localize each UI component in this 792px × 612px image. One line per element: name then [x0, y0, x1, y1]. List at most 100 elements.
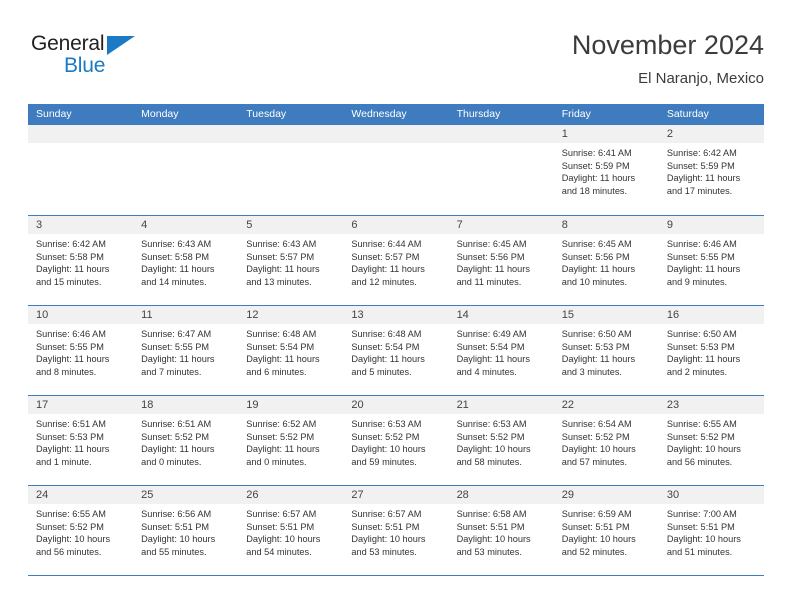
day-details: Sunrise: 6:44 AM Sunset: 5:57 PM Daylight:…	[343, 234, 448, 288]
sunset-text: Sunset: 5:54 PM	[246, 341, 315, 352]
brand-logo[interactable]: General Blue	[31, 32, 191, 90]
daylight-text: Daylight: 11 hours and 13 minutes.	[246, 264, 320, 287]
sunrise-text: Sunrise: 6:56 AM	[141, 509, 212, 519]
day-number: 29	[553, 486, 659, 504]
calendar-day-cell[interactable]: 22 Sunrise: 6:54 AM Sunset: 5:52 PM Dayligh…	[553, 396, 659, 485]
daylight-text: Daylight: 11 hours and 15 minutes.	[36, 264, 110, 287]
daylight-text: Daylight: 11 hours and 5 minutes.	[351, 354, 425, 377]
sunrise-text: Sunrise: 6:45 AM	[561, 239, 632, 249]
weekday-header-tuesday: Tuesday	[246, 108, 287, 120]
calendar-day-cell[interactable]: 14 Sunrise: 6:49 AM Sunset: 5:54 PM Dayligh…	[448, 306, 554, 395]
sunrise-text: Sunrise: 6:47 AM	[141, 329, 212, 339]
sunset-text: Sunset: 5:57 PM	[351, 251, 420, 262]
sunrise-text: Sunrise: 6:49 AM	[456, 329, 527, 339]
sunrise-text: Sunrise: 6:44 AM	[351, 239, 422, 249]
calendar-day-cell[interactable]: 4 Sunrise: 6:43 AM Sunset: 5:58 PM Daylight…	[133, 216, 239, 305]
sunrise-text: Sunrise: 6:51 AM	[141, 419, 212, 429]
daylight-text: Daylight: 10 hours and 53 minutes.	[456, 534, 531, 557]
calendar-day-cell-empty	[238, 125, 344, 215]
day-number: 24	[28, 486, 134, 504]
day-details: Sunrise: 6:41 AM Sunset: 5:59 PM Daylight:…	[554, 143, 659, 197]
sunset-text: Sunset: 5:51 PM	[246, 521, 315, 532]
day-details: Sunrise: 7:00 AM Sunset: 5:51 PM Daylight:…	[659, 504, 764, 558]
sunrise-text: Sunrise: 6:54 AM	[561, 419, 632, 429]
day-details: Sunrise: 6:52 AM Sunset: 5:52 PM Daylight:…	[238, 414, 343, 468]
sunset-text: Sunset: 5:51 PM	[351, 521, 420, 532]
calendar-day-cell[interactable]: 10 Sunrise: 6:46 AM Sunset: 5:55 PM Dayligh…	[28, 306, 134, 395]
sunset-text: Sunset: 5:52 PM	[456, 431, 525, 442]
day-number: 16	[658, 306, 764, 324]
day-number	[343, 125, 449, 143]
sunset-text: Sunset: 5:51 PM	[456, 521, 525, 532]
day-details: Sunrise: 6:55 AM Sunset: 5:52 PM Daylight:…	[659, 414, 764, 468]
day-number: 4	[133, 216, 239, 234]
calendar-week-row: 10 Sunrise: 6:46 AM Sunset: 5:55 PM Dayligh…	[28, 305, 764, 395]
sunset-text: Sunset: 5:56 PM	[561, 251, 630, 262]
daylight-text: Daylight: 11 hours and 9 minutes.	[666, 264, 741, 287]
calendar-day-cell[interactable]: 16 Sunrise: 6:50 AM Sunset: 5:53 PM Dayligh…	[658, 306, 764, 395]
day-number: 21	[448, 396, 554, 414]
day-details: Sunrise: 6:49 AM Sunset: 5:54 PM Daylight:…	[449, 324, 554, 378]
calendar-day-cell[interactable]: 2 Sunrise: 6:42 AM Sunset: 5:59 PM Daylight…	[658, 125, 764, 215]
weekday-header-sunday: Sunday	[36, 108, 72, 120]
calendar-day-cell[interactable]: 21 Sunrise: 6:53 AM Sunset: 5:52 PM Dayligh…	[448, 396, 554, 485]
calendar-grid: Sunday Monday Tuesday Wednesday Thursday Frid…	[28, 104, 764, 576]
sunset-text: Sunset: 5:52 PM	[666, 431, 735, 442]
sunset-text: Sunset: 5:53 PM	[666, 341, 735, 352]
calendar-day-cell[interactable]: 23 Sunrise: 6:55 AM Sunset: 5:52 PM Dayligh…	[658, 396, 764, 485]
calendar-day-cell[interactable]: 18 Sunrise: 6:51 AM Sunset: 5:52 PM Dayligh…	[133, 396, 239, 485]
calendar-day-cell[interactable]: 19 Sunrise: 6:52 AM Sunset: 5:52 PM Dayligh…	[238, 396, 344, 485]
title-block: November 2024 El Naranjo, Mexico	[572, 28, 764, 90]
calendar-day-cell[interactable]: 6 Sunrise: 6:44 AM Sunset: 5:57 PM Daylight…	[343, 216, 449, 305]
daylight-text: Daylight: 11 hours and 0 minutes.	[141, 444, 215, 467]
day-number: 15	[553, 306, 659, 324]
day-number: 2	[658, 125, 764, 143]
day-number: 12	[238, 306, 344, 324]
calendar-day-cell[interactable]: 13 Sunrise: 6:48 AM Sunset: 5:54 PM Dayligh…	[343, 306, 449, 395]
calendar-day-cell[interactable]: 20 Sunrise: 6:53 AM Sunset: 5:52 PM Dayligh…	[343, 396, 449, 485]
daylight-text: Daylight: 11 hours and 10 minutes.	[561, 264, 636, 287]
day-number	[28, 125, 134, 143]
day-number: 26	[238, 486, 344, 504]
calendar-day-cell[interactable]: 12 Sunrise: 6:48 AM Sunset: 5:54 PM Dayligh…	[238, 306, 344, 395]
day-details: Sunrise: 6:51 AM Sunset: 5:53 PM Daylight:…	[28, 414, 133, 468]
calendar-day-cell[interactable]: 24 Sunrise: 6:55 AM Sunset: 5:52 PM Dayligh…	[28, 486, 134, 575]
daylight-text: Daylight: 10 hours and 57 minutes.	[561, 444, 636, 467]
daylight-text: Daylight: 11 hours and 18 minutes.	[561, 173, 636, 196]
calendar-day-cell[interactable]: 5 Sunrise: 6:43 AM Sunset: 5:57 PM Daylight…	[238, 216, 344, 305]
calendar-day-cell[interactable]: 15 Sunrise: 6:50 AM Sunset: 5:53 PM Dayligh…	[553, 306, 659, 395]
sunset-text: Sunset: 5:58 PM	[36, 251, 104, 262]
daylight-text: Daylight: 11 hours and 2 minutes.	[666, 354, 741, 377]
day-number: 6	[343, 216, 449, 234]
sunset-text: Sunset: 5:52 PM	[246, 431, 315, 442]
daylight-text: Daylight: 10 hours and 58 minutes.	[456, 444, 531, 467]
calendar-day-cell[interactable]: 26 Sunrise: 6:57 AM Sunset: 5:51 PM Dayligh…	[238, 486, 344, 575]
calendar-day-cell[interactable]: 27 Sunrise: 6:57 AM Sunset: 5:51 PM Dayligh…	[343, 486, 449, 575]
day-details: Sunrise: 6:50 AM Sunset: 5:53 PM Daylight:…	[554, 324, 659, 378]
sunset-text: Sunset: 5:53 PM	[561, 341, 630, 352]
day-number: 14	[448, 306, 554, 324]
sunrise-text: Sunrise: 6:46 AM	[666, 239, 737, 249]
calendar-day-cell[interactable]: 1 Sunrise: 6:41 AM Sunset: 5:59 PM Daylight…	[553, 125, 659, 215]
day-number: 25	[133, 486, 239, 504]
day-details: Sunrise: 6:48 AM Sunset: 5:54 PM Daylight:…	[343, 324, 448, 378]
calendar-day-cell[interactable]: 28 Sunrise: 6:58 AM Sunset: 5:51 PM Dayligh…	[448, 486, 554, 575]
daylight-text: Daylight: 11 hours and 6 minutes.	[246, 354, 320, 377]
day-details: Sunrise: 6:50 AM Sunset: 5:53 PM Daylight:…	[659, 324, 764, 378]
day-number: 20	[343, 396, 449, 414]
calendar-day-cell[interactable]: 8 Sunrise: 6:45 AM Sunset: 5:56 PM Daylight…	[553, 216, 659, 305]
calendar-day-cell[interactable]: 25 Sunrise: 6:56 AM Sunset: 5:51 PM Dayligh…	[133, 486, 239, 575]
calendar-day-cell[interactable]: 11 Sunrise: 6:47 AM Sunset: 5:55 PM Dayligh…	[133, 306, 239, 395]
calendar-day-cell[interactable]: 17 Sunrise: 6:51 AM Sunset: 5:53 PM Dayligh…	[28, 396, 134, 485]
day-details: Sunrise: 6:57 AM Sunset: 5:51 PM Daylight:…	[238, 504, 343, 558]
calendar-day-cell[interactable]: 30 Sunrise: 7:00 AM Sunset: 5:51 PM Dayligh…	[658, 486, 764, 575]
calendar-day-cell[interactable]: 29 Sunrise: 6:59 AM Sunset: 5:51 PM Dayligh…	[553, 486, 659, 575]
calendar-day-cell[interactable]: 3 Sunrise: 6:42 AM Sunset: 5:58 PM Daylight…	[28, 216, 134, 305]
calendar-day-cell[interactable]: 7 Sunrise: 6:45 AM Sunset: 5:56 PM Daylight…	[448, 216, 554, 305]
day-number	[133, 125, 239, 143]
calendar-day-cell[interactable]: 9 Sunrise: 6:46 AM Sunset: 5:55 PM Daylight…	[658, 216, 764, 305]
page-header: General Blue November 2024 El Naranjo, M…	[28, 28, 764, 96]
day-number: 11	[133, 306, 239, 324]
day-details: Sunrise: 6:55 AM Sunset: 5:52 PM Daylight:…	[28, 504, 133, 558]
day-number: 13	[343, 306, 449, 324]
